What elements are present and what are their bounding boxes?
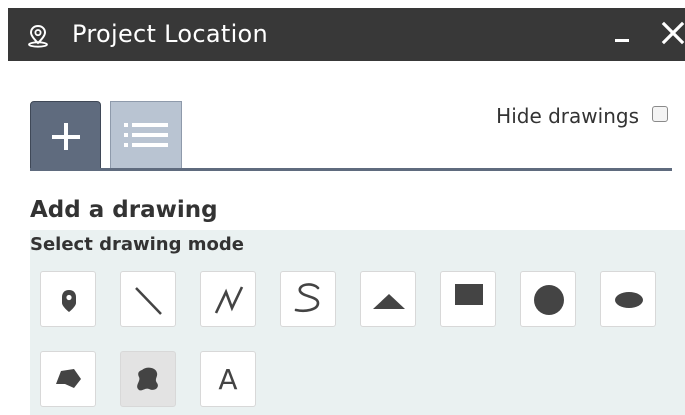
window-titlebar: Project Location — [8, 8, 685, 61]
tool-polygon[interactable] — [40, 351, 96, 407]
tool-line[interactable] — [120, 271, 176, 327]
minimize-button[interactable] — [608, 20, 638, 50]
drawing-mode-label: Select drawing mode — [30, 234, 244, 255]
close-button[interactable] — [660, 18, 685, 50]
tool-polyline[interactable] — [200, 271, 256, 327]
close-icon — [661, 21, 685, 45]
tool-rectangle[interactable] — [440, 271, 496, 327]
add-drawing-title: Add a drawing — [30, 197, 218, 223]
tool-point[interactable] — [40, 271, 96, 327]
tool-freehand-line[interactable] — [280, 271, 336, 327]
list-icon — [124, 123, 168, 147]
tab-drawings-list[interactable] — [110, 101, 182, 169]
tab-add-drawing[interactable] — [30, 101, 101, 169]
tool-circle[interactable] — [520, 271, 576, 327]
hide-drawings-checkbox[interactable] — [652, 106, 668, 122]
point-icon — [62, 290, 76, 312]
plus-icon — [52, 123, 80, 150]
freehand-polygon-icon — [137, 367, 158, 391]
hide-drawings-label: Hide drawings — [496, 104, 639, 128]
rectangle-icon — [455, 284, 483, 305]
tool-text[interactable]: A — [200, 351, 256, 407]
ellipse-icon — [615, 292, 643, 308]
tab-bar-divider — [30, 168, 672, 171]
freehand-line-icon — [294, 283, 320, 313]
line-icon — [135, 287, 162, 315]
polyline-icon — [214, 286, 244, 314]
location-pin-icon — [28, 24, 48, 48]
tool-ellipse[interactable] — [600, 271, 656, 327]
tool-freehand-polygon[interactable] — [120, 351, 176, 407]
minimize-icon — [615, 39, 629, 42]
text-icon: A — [218, 362, 238, 396]
circle-icon — [534, 285, 564, 315]
polygon-icon — [56, 369, 81, 388]
drawing-mode-panel: Select drawing mode A — [30, 230, 685, 415]
window-title: Project Location — [72, 20, 269, 48]
tool-triangle[interactable] — [360, 271, 416, 327]
triangle-icon — [373, 294, 405, 309]
